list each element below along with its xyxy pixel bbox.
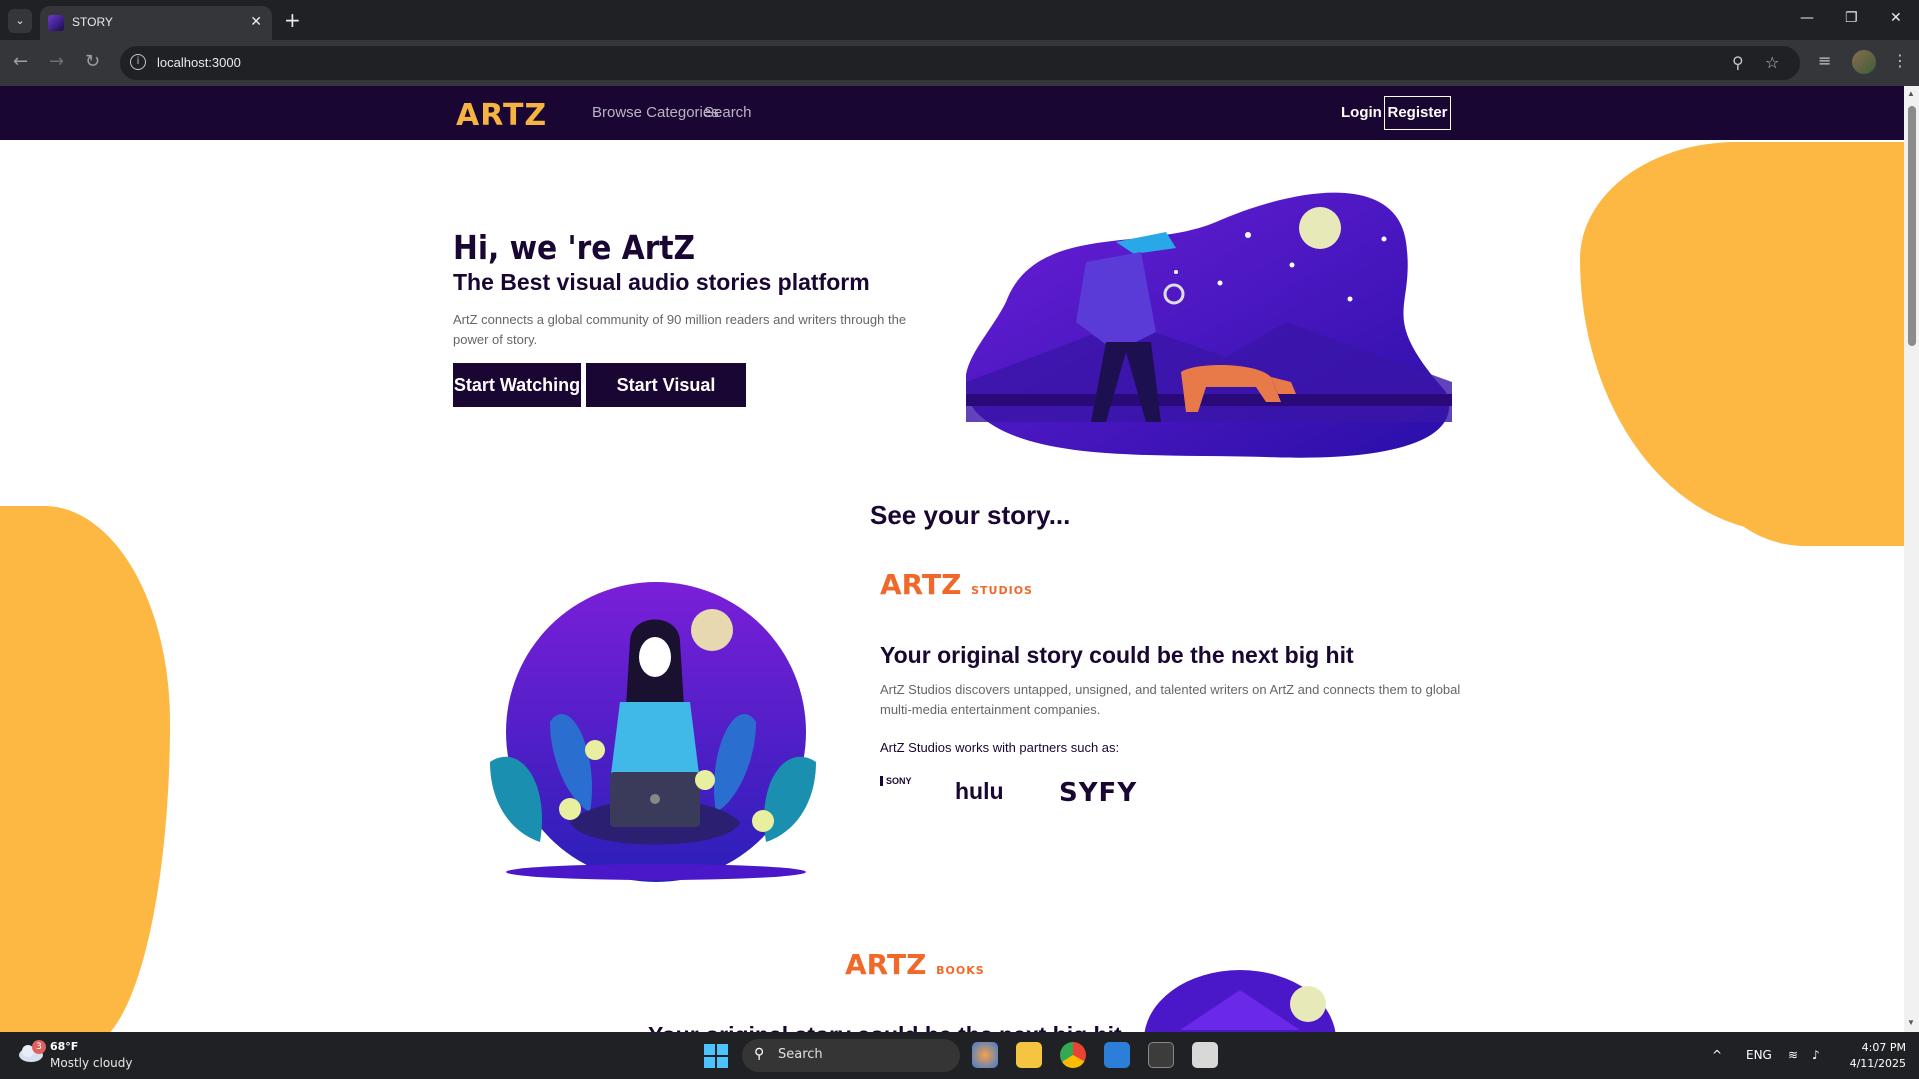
- taskbar-search[interactable]: ⚲ Search: [742, 1039, 960, 1072]
- studios-description: ArtZ Studios discovers untapped, unsigne…: [880, 682, 1461, 717]
- decorative-blob-right-lower: [1690, 296, 1919, 546]
- file-explorer-icon[interactable]: [1016, 1042, 1042, 1068]
- hero-title: Hi, we 're ArtZ: [453, 228, 696, 267]
- language-indicator[interactable]: ENG: [1746, 1048, 1772, 1062]
- partners-label: ArtZ Studios works with partners such as…: [880, 740, 1120, 755]
- artz-books-logo: ARTZ BOOKS: [845, 948, 985, 981]
- search-icon: ⚲: [754, 1046, 765, 1062]
- volume-icon[interactable]: ♪: [1812, 1048, 1820, 1062]
- tab-title: STORY: [72, 15, 113, 29]
- restore-icon[interactable]: ❐: [1845, 10, 1858, 26]
- forward-arrow-icon[interactable]: →: [49, 51, 64, 72]
- weather-temperature[interactable]: 68°F: [50, 1040, 78, 1053]
- studios-logo-suffix: STUDIOS: [971, 584, 1033, 597]
- browser-tab-bar: ⌄ STORY ✕ + — ❐ ✕: [0, 0, 1919, 40]
- studios-logo-text: ARTZ: [880, 568, 962, 601]
- reading-list-icon[interactable]: ≡: [1818, 51, 1831, 70]
- site-info-icon[interactable]: i: [130, 54, 146, 70]
- artz-logo[interactable]: ARTZ: [456, 98, 547, 133]
- register-button[interactable]: Register: [1384, 96, 1451, 130]
- scroll-thumb[interactable]: [1908, 106, 1916, 346]
- close-window-icon[interactable]: ✕: [1890, 10, 1902, 26]
- new-tab-plus-icon[interactable]: +: [284, 8, 301, 32]
- artz-studios-logo: ARTZ STUDIOS: [880, 568, 1033, 601]
- books-logo-suffix: BOOKS: [936, 964, 985, 977]
- page-scrollbar[interactable]: ▲ ▼: [1904, 86, 1919, 1032]
- page-viewport: ARTZ Browse Categories Search Login Regi…: [0, 86, 1919, 1032]
- windows-start-icon[interactable]: [704, 1044, 728, 1068]
- minimize-icon[interactable]: —: [1800, 10, 1814, 26]
- clock-date: 4/11/2025: [1849, 1057, 1906, 1070]
- browser-toolbar: ← → ↻ i localhost:3000 ⚲ ☆ ≡ ⋮: [0, 40, 1919, 86]
- hero-subtitle: The Best visual audio stories platform: [453, 269, 870, 295]
- wifi-icon[interactable]: ≋: [1788, 1048, 1798, 1062]
- weather-condition[interactable]: Mostly cloudy: [50, 1056, 133, 1070]
- decorative-blob-left: [0, 506, 170, 1032]
- address-url[interactable]: localhost:3000: [157, 55, 241, 70]
- books-illustration: [1144, 970, 1336, 1032]
- close-tab-icon[interactable]: ✕: [250, 14, 262, 30]
- vscode-icon[interactable]: [1104, 1042, 1130, 1068]
- syfy-logo: SYFY: [1059, 778, 1138, 808]
- clock[interactable]: 4:07 PM 4/11/2025: [1844, 1040, 1906, 1072]
- nav-search[interactable]: Search: [704, 104, 752, 121]
- start-visual-writing-button[interactable]: Start Visual Writing: [586, 363, 746, 439]
- woman-laptop-illustration: [490, 582, 816, 882]
- reload-icon[interactable]: ↻: [85, 51, 100, 72]
- windows-taskbar: 3 68°F Mostly cloudy ⚲ Search ^ ENG ≋ ♪ …: [0, 1032, 1919, 1079]
- clock-time: 4:07 PM: [1861, 1041, 1906, 1054]
- tab-favicon-icon: [48, 15, 64, 31]
- tray-chevron-icon[interactable]: ^: [1712, 1048, 1722, 1062]
- hulu-logo: hulu: [955, 778, 1004, 804]
- address-bar[interactable]: i localhost:3000 ⚲ ☆: [120, 46, 1800, 80]
- zoom-icon[interactable]: ⚲: [1732, 53, 1744, 72]
- chrome-icon[interactable]: [1060, 1042, 1086, 1068]
- detective-dog-illustration: [966, 192, 1452, 458]
- hero-description: ArtZ connects a global community of 90 m…: [453, 312, 907, 347]
- bookmark-star-icon[interactable]: ☆: [1765, 53, 1779, 72]
- books-logo-text: ARTZ: [845, 948, 927, 981]
- section-title: See your story...: [870, 500, 1071, 530]
- nav-browse-categories[interactable]: Browse Categories: [592, 104, 719, 121]
- weather-alert-badge: 3: [32, 1040, 46, 1054]
- scroll-up-icon[interactable]: ▲: [1907, 89, 1915, 98]
- login-link[interactable]: Login: [1341, 104, 1382, 121]
- studios-heading: Your original story could be the next bi…: [880, 642, 1354, 668]
- browser-tab[interactable]: STORY ✕: [40, 6, 272, 40]
- terminal-icon[interactable]: [1148, 1042, 1174, 1068]
- sony-logo: SONY: [880, 776, 912, 786]
- scroll-down-icon[interactable]: ▼: [1907, 1018, 1915, 1027]
- taskbar-search-placeholder: Search: [778, 1047, 823, 1062]
- profile-avatar[interactable]: [1852, 50, 1876, 74]
- menu-kebab-icon[interactable]: ⋮: [1892, 51, 1908, 70]
- back-arrow-icon[interactable]: ←: [13, 51, 28, 72]
- site-navbar: ARTZ Browse Categories Search Login Regi…: [0, 86, 1904, 140]
- app-dropper-icon[interactable]: [972, 1042, 998, 1068]
- tab-search-chevron-icon[interactable]: ⌄: [8, 9, 32, 33]
- app-tool-icon[interactable]: [1192, 1042, 1218, 1068]
- books-heading: Your original story could be the next bi…: [648, 1022, 1122, 1032]
- start-watching-button[interactable]: Start Watching: [453, 363, 581, 407]
